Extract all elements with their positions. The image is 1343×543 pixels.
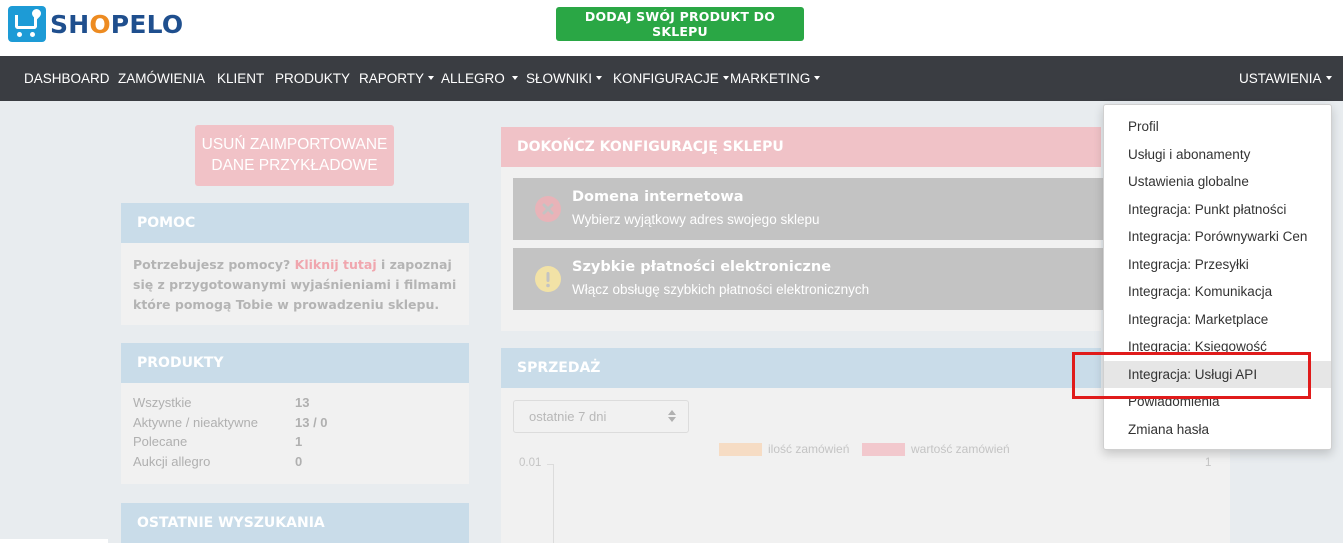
stat-value: 1 [295, 434, 303, 449]
last-searches-panel: OSTATNIE WYSZUKANIA [121, 503, 469, 543]
nav-reports-label: RAPORTY [359, 71, 425, 86]
nav-settings[interactable]: USTAWIENIA [1239, 56, 1332, 101]
help-link[interactable]: Kliknij tutaj [295, 257, 377, 272]
sales-title: SPRZEDAŻ [501, 348, 1101, 388]
period-select-value: ostatnie 7 dni [529, 409, 607, 424]
stat-value: 0 [295, 453, 303, 469]
warning-icon [535, 266, 561, 292]
menu-item-payment-integration[interactable]: Integracja: Punkt płatności [1104, 196, 1331, 223]
remove-sample-data-button[interactable]: USUŃ ZAIMPORTOWANE DANE PRZYKŁADOWE [195, 125, 394, 186]
menu-item-marketplace[interactable]: Integracja: Marketplace [1104, 306, 1331, 333]
y-axis-line [553, 464, 554, 543]
y-axis-right-label: 1 [1205, 457, 1212, 469]
menu-item-change-password[interactable]: Zmiana hasła [1104, 416, 1331, 443]
main-nav: DASHBOARD ZAMÓWIENIA KLIENT PRODUKTY RAP… [0, 56, 1343, 101]
top-header: SHOPELO DODAJ SWÓJ PRODUKT DO SKLEPU [0, 0, 1343, 56]
task-title: Szybkie płatności elektroniczne [572, 259, 832, 275]
legend-orders: ilość zamówień [719, 442, 849, 456]
bottom-strip [0, 539, 108, 543]
caret-down-icon [511, 76, 518, 81]
stat-row: Polecane 1 [133, 434, 469, 454]
stat-label: Polecane [133, 434, 188, 449]
products-panel-title: PRODUKTY [121, 343, 469, 383]
period-select[interactable]: ostatnie 7 dni [513, 400, 689, 433]
nav-marketing[interactable]: MARKETING [730, 56, 821, 101]
help-text: Potrzebujesz pomocy? Kliknij tutaj i zap… [133, 257, 457, 312]
task-subtitle: Włącz obsługę szybkich płatności elektro… [572, 282, 870, 297]
caret-down-icon [722, 76, 729, 81]
shopelo-logo[interactable]: SHOPELO [8, 6, 183, 42]
nav-marketing-label: MARKETING [730, 71, 811, 86]
stat-label: Aukcji allegro [133, 453, 211, 469]
caret-down-icon [814, 76, 821, 81]
legend-swatch [719, 442, 762, 456]
legend-swatch [862, 442, 905, 456]
menu-item-communication[interactable]: Integracja: Komunikacja [1104, 278, 1331, 305]
nav-configuration[interactable]: KONFIGURACJE [613, 56, 729, 101]
stat-label: Wszystkie [133, 395, 192, 410]
stat-label: Aktywne / nieaktywne [133, 414, 259, 430]
caret-down-icon [1325, 76, 1332, 81]
nav-client[interactable]: KLIENT [217, 56, 264, 101]
menu-item-shipping[interactable]: Integracja: Przesyłki [1104, 251, 1331, 278]
nav-reports[interactable]: RAPORTY [359, 56, 435, 101]
task-title: Domena internetowa [572, 189, 744, 205]
close-icon [535, 196, 561, 222]
menu-item-profile[interactable]: Profil [1104, 113, 1331, 140]
stat-row: Aukcji allegro 0 [133, 454, 469, 474]
y-axis-left-label: 0.01 [519, 457, 542, 469]
last-searches-title: OSTATNIE WYSZUKANIA [121, 503, 469, 543]
cart-logo-icon [8, 6, 46, 42]
caret-down-icon [596, 76, 603, 81]
nav-dictionaries-label: SŁOWNIKI [526, 71, 593, 86]
legend-label: ilość zamówień [768, 442, 850, 456]
highlight-box [1072, 352, 1311, 399]
nav-dashboard[interactable]: DASHBOARD [24, 56, 110, 101]
nav-orders[interactable]: ZAMÓWIENIA [118, 56, 205, 101]
menu-item-global-settings[interactable]: Ustawienia globalne [1104, 168, 1331, 195]
stat-value: 13 / 0 [295, 414, 328, 430]
nav-products[interactable]: PRODUKTY [275, 56, 350, 101]
help-panel: POMOC Potrzebujesz pomocy? Kliknij tutaj… [121, 203, 469, 325]
nav-allegro-label: ALLEGRO [441, 71, 505, 86]
nav-settings-label: USTAWIENIA [1239, 71, 1322, 86]
stat-value: 13 [295, 395, 310, 410]
select-arrows-icon [668, 410, 676, 422]
legend-value: wartość zamówień [862, 442, 1010, 456]
nav-dictionaries[interactable]: SŁOWNIKI [526, 56, 603, 101]
help-panel-title: POMOC [121, 203, 469, 243]
finish-config-title: DOKOŃCZ KONFIGURACJĘ SKLEPU [501, 127, 1101, 167]
y-axis-tick [547, 464, 553, 465]
products-stats: Wszystkie 13 Aktywne / nieaktywne 13 / 0 P… [121, 383, 469, 473]
stat-row: Wszystkie 13 [133, 395, 469, 415]
nav-allegro[interactable]: ALLEGRO [441, 56, 518, 101]
legend-label: wartość zamówień [911, 442, 1010, 456]
products-panel: PRODUKTY Wszystkie 13 Aktywne / nieaktywn… [121, 343, 469, 484]
menu-item-price-comparison[interactable]: Integracja: Porównywarki Cen [1104, 223, 1331, 250]
finish-config-panel: Domena internetowa Wybierz wyjątkowy adr… [501, 167, 1103, 331]
task-domain[interactable]: Domena internetowa Wybierz wyjątkowy adr… [513, 178, 1103, 240]
menu-item-services[interactable]: Usługi i abonamenty [1104, 141, 1331, 168]
logo-text: SHOPELO [50, 9, 184, 39]
stat-row: Aktywne / nieaktywne 13 / 0 [133, 415, 469, 435]
nav-configuration-label: KONFIGURACJE [613, 71, 719, 86]
task-subtitle: Wybierz wyjątkowy adres swojego sklepu [572, 212, 820, 227]
caret-down-icon [428, 76, 435, 81]
add-product-button[interactable]: DODAJ SWÓJ PRODUKT DO SKLEPU [556, 7, 804, 41]
task-payments[interactable]: Szybkie płatności elektroniczne Włącz ob… [513, 248, 1103, 310]
